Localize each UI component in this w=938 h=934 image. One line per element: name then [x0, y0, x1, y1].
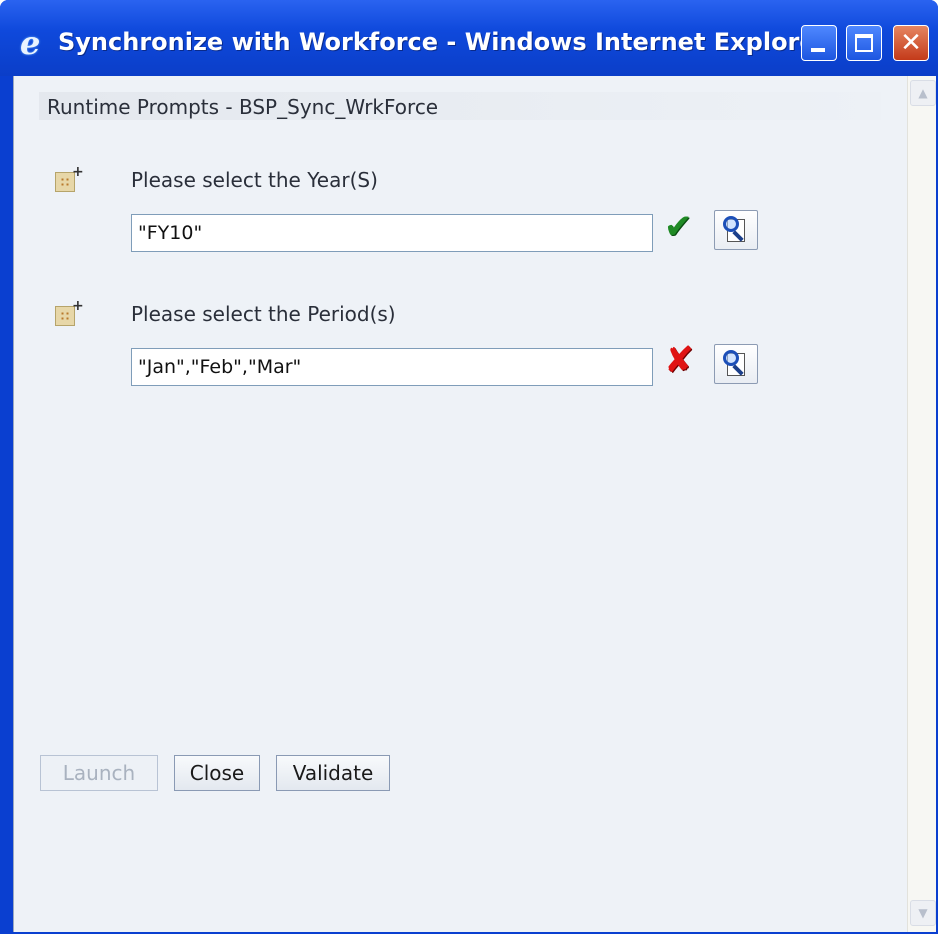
- minimize-icon: [811, 48, 825, 52]
- close-icon: ✕: [900, 28, 922, 58]
- magnifier-icon: [723, 350, 739, 366]
- period-prompt-label: Please select the Period(s): [131, 302, 396, 326]
- invalid-cross-icon: ✘: [664, 340, 695, 381]
- close-button[interactable]: Close: [174, 755, 260, 791]
- browser-window: e Synchronize with Workforce - Windows I…: [0, 0, 938, 934]
- maximize-button[interactable]: [846, 25, 882, 61]
- magnifier-icon: [723, 216, 739, 232]
- runtime-prompt-icon: +: [52, 298, 84, 328]
- scroll-up-arrow-icon[interactable]: ▲: [910, 80, 936, 106]
- launch-button[interactable]: Launch: [40, 755, 158, 791]
- validate-button[interactable]: Validate: [276, 755, 390, 791]
- scroll-down-arrow-icon[interactable]: ▼: [910, 900, 936, 926]
- vertical-scrollbar[interactable]: ▲ ▼: [907, 76, 936, 932]
- prompts-header-title: Runtime Prompts - BSP_Sync_WrkForce: [47, 95, 439, 119]
- title-bar[interactable]: e Synchronize with Workforce - Windows I…: [0, 0, 938, 76]
- minimize-button[interactable]: [801, 25, 837, 61]
- year-input[interactable]: "FY10": [131, 214, 653, 252]
- year-prompt-label: Please select the Year(S): [131, 168, 378, 192]
- close-window-button[interactable]: ✕: [893, 25, 929, 61]
- internet-explorer-icon: e: [20, 24, 41, 62]
- period-input[interactable]: "Jan","Feb","Mar": [131, 348, 653, 386]
- page-content: Runtime Prompts - BSP_Sync_WrkForce + Pl…: [13, 76, 936, 932]
- window-title: Synchronize with Workforce - Windows Int…: [58, 28, 828, 56]
- prompts-header: Runtime Prompts - BSP_Sync_WrkForce: [39, 92, 881, 120]
- maximize-icon: [855, 34, 873, 52]
- year-lookup-button[interactable]: [714, 210, 758, 250]
- period-lookup-button[interactable]: [714, 344, 758, 384]
- valid-check-icon: ✔: [664, 207, 693, 247]
- runtime-prompt-icon: +: [52, 164, 84, 194]
